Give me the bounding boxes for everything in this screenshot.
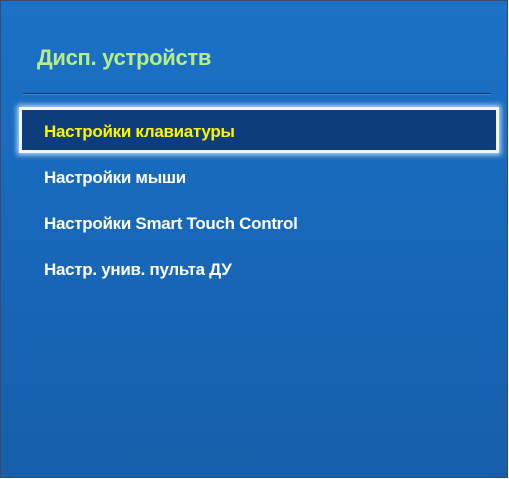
settings-menu: Настройки клавиатуры Настройки мыши Наст… xyxy=(19,107,499,293)
menu-item-keyboard-settings[interactable]: Настройки клавиатуры xyxy=(19,107,499,153)
menu-item-label: Настройки мыши xyxy=(44,168,186,187)
menu-item-label: Настройки клавиатуры xyxy=(44,122,235,141)
menu-item-label: Настр. унив. пульта ДУ xyxy=(44,260,232,279)
menu-item-universal-remote-settings[interactable]: Настр. унив. пульта ДУ xyxy=(19,247,499,293)
title-divider xyxy=(23,93,491,95)
device-manager-panel: Дисп. устройств Настройки клавиатуры Нас… xyxy=(0,0,508,478)
menu-item-mouse-settings[interactable]: Настройки мыши xyxy=(19,155,499,201)
menu-item-smart-touch-control-settings[interactable]: Настройки Smart Touch Control xyxy=(19,201,499,247)
panel-title: Дисп. устройств xyxy=(37,45,212,70)
menu-item-label: Настройки Smart Touch Control xyxy=(44,214,298,233)
